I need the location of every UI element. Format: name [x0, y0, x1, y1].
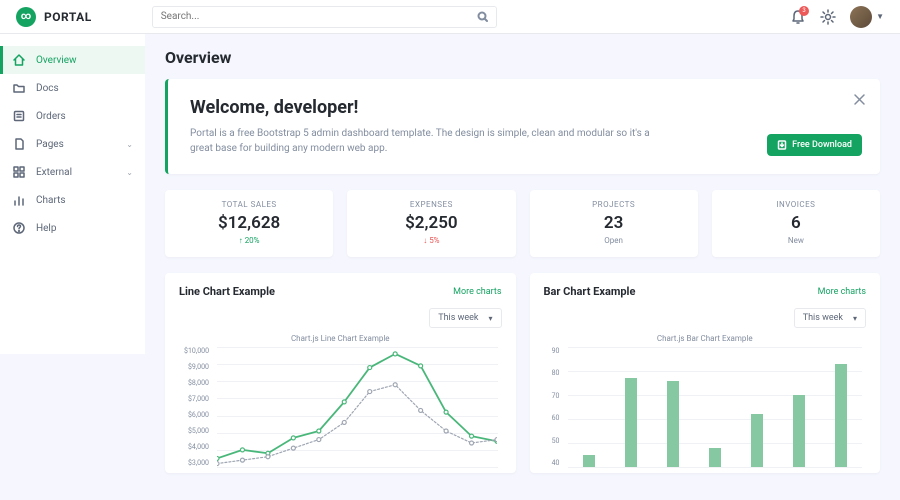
bar	[667, 381, 679, 467]
stat-value: 23	[530, 213, 698, 233]
stat-value: 6	[712, 213, 880, 233]
sidebar-item-charts[interactable]: Charts	[0, 186, 145, 214]
download-icon	[777, 140, 787, 150]
more-charts-link[interactable]: More charts	[818, 287, 866, 297]
sidebar-item-pages[interactable]: Pages ⌄	[0, 130, 145, 158]
sidebar-item-orders[interactable]: Orders	[0, 102, 145, 130]
bar-chart-caption: Chart.js Bar Chart Example	[544, 334, 867, 343]
welcome-card: Welcome, developer! Portal is a free Boo…	[165, 79, 880, 174]
notifications-button[interactable]: 3	[790, 9, 806, 25]
sidebar-item-label: External	[36, 167, 72, 178]
sidebar-item-label: Docs	[36, 83, 59, 94]
settings-button[interactable]	[820, 9, 836, 25]
logo-icon: ∞	[16, 7, 36, 27]
bar-chart-card: Bar Chart Example More charts This week …	[530, 273, 881, 473]
sidebar-item-label: Orders	[36, 111, 66, 122]
more-charts-link[interactable]: More charts	[453, 287, 501, 297]
stat-label: TOTAL SALES	[165, 200, 333, 209]
sidebar-item-label: Overview	[36, 55, 77, 66]
stat-sub: ↓ 5%	[347, 236, 515, 245]
chevron-down-icon: ▾	[488, 314, 492, 323]
period-select[interactable]: This week ▾	[794, 308, 866, 328]
sidebar-item-docs[interactable]: Docs	[0, 74, 145, 102]
notification-badge: 3	[799, 6, 809, 16]
sidebar-item-label: Pages	[36, 139, 64, 150]
bar	[625, 378, 637, 467]
search-icon	[477, 11, 488, 22]
sidebar-item-help[interactable]: Help	[0, 214, 145, 242]
sidebar-item-external[interactable]: External ⌄	[0, 158, 145, 186]
stat-sub: ↑ 20%	[165, 236, 333, 245]
receipt-icon	[12, 109, 26, 123]
welcome-title: Welcome, developer!	[190, 97, 858, 118]
sidebar-item-label: Charts	[36, 195, 66, 206]
stat-value: $12,628	[165, 213, 333, 233]
chevron-down-icon: ⌄	[126, 168, 133, 177]
download-label: Free Download	[792, 140, 852, 150]
help-icon	[12, 221, 26, 235]
line-chart-title: Line Chart Example	[179, 285, 275, 298]
avatar[interactable]	[850, 6, 872, 28]
sidebar-item-label: Help	[36, 223, 56, 234]
bar-chart-title: Bar Chart Example	[544, 285, 636, 298]
user-menu-caret[interactable]: ▼	[876, 12, 884, 21]
chevron-down-icon: ▾	[853, 314, 857, 323]
sidebar: Overview Docs Orders Pages ⌄ External ⌄ Charts H…	[0, 34, 145, 354]
search-input[interactable]	[161, 11, 477, 22]
stat-label: PROJECTS	[530, 200, 698, 209]
folder-icon	[12, 81, 26, 95]
bars-icon	[12, 193, 26, 207]
download-button[interactable]: Free Download	[767, 134, 862, 156]
stat-label: INVOICES	[712, 200, 880, 209]
sidebar-item-overview[interactable]: Overview	[0, 46, 145, 74]
stat-label: EXPENSES	[347, 200, 515, 209]
brand-name: PORTAL	[44, 10, 92, 24]
bar	[793, 395, 805, 467]
period-select[interactable]: This week ▾	[429, 308, 501, 328]
line-chart-card: Line Chart Example More charts This week…	[165, 273, 516, 473]
search-box[interactable]	[152, 6, 497, 28]
stat-sub: Open	[530, 236, 698, 245]
close-icon[interactable]	[853, 91, 866, 110]
bar	[709, 448, 721, 467]
stat-card: TOTAL SALES $12,628 ↑ 20%	[165, 190, 333, 257]
home-icon	[12, 53, 26, 67]
page-title: Overview	[165, 48, 880, 67]
line-chart-caption: Chart.js Line Chart Example	[179, 334, 502, 343]
bar	[751, 414, 763, 467]
grid-icon	[12, 165, 26, 179]
bar	[835, 364, 847, 467]
bar	[583, 455, 595, 467]
stat-sub: New	[712, 236, 880, 245]
stat-card: PROJECTS 23 Open	[530, 190, 698, 257]
stat-card: INVOICES 6 New	[712, 190, 880, 257]
welcome-text: Portal is a free Bootstrap 5 admin dashb…	[190, 126, 650, 156]
file-icon	[12, 137, 26, 151]
stat-card: EXPENSES $2,250 ↓ 5%	[347, 190, 515, 257]
stat-value: $2,250	[347, 213, 515, 233]
chevron-down-icon: ⌄	[126, 140, 133, 149]
